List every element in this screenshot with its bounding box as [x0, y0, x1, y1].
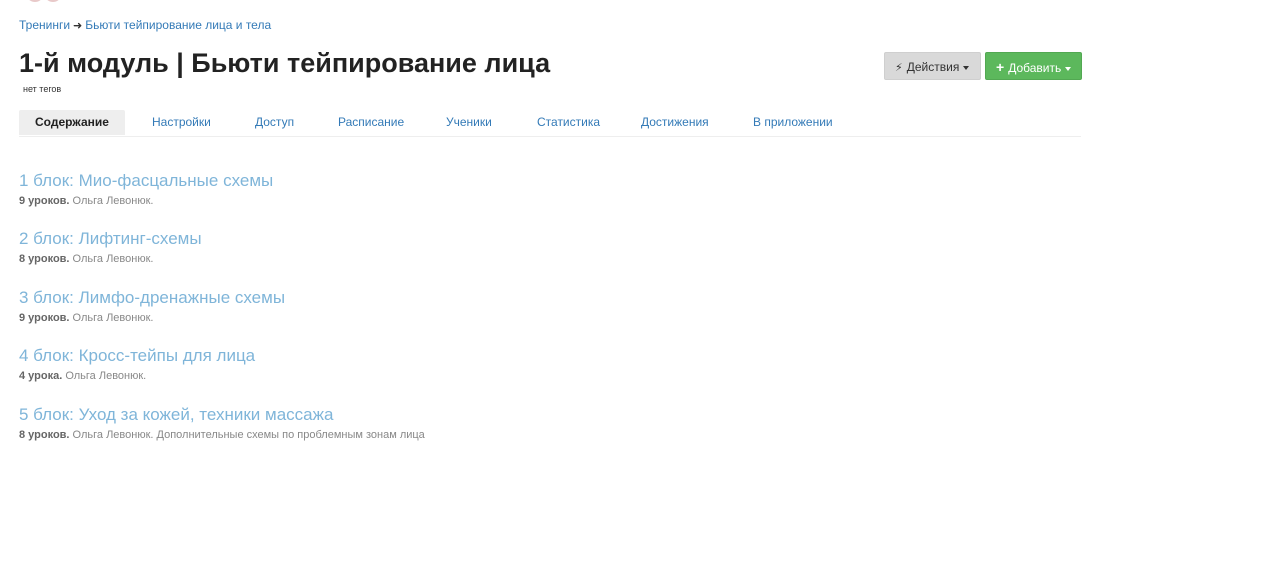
lesson-title-link[interactable]: 4 блок: Кросс-тейпы для лица	[19, 345, 255, 367]
list-item: 2 блок: Лифтинг-схемы 8 уроков. Ольга Ле…	[19, 228, 202, 267]
list-item: 1 блок: Мио-фасцальные схемы 9 уроков. О…	[19, 170, 273, 209]
add-button-label: Добавить	[1008, 61, 1062, 75]
lesson-info: Ольга Левонюк.	[72, 312, 154, 324]
lesson-info: Ольга Левонюк.	[72, 195, 154, 207]
lesson-info: Ольга Левонюк. Дополнительные схемы по п…	[72, 429, 425, 441]
tab-in-app[interactable]: В приложении	[753, 110, 833, 135]
lesson-title-link[interactable]: 2 блок: Лифтинг-схемы	[19, 228, 202, 250]
tab-students[interactable]: Ученики	[446, 110, 492, 135]
list-item: 3 блок: Лимфо-дренажные схемы 9 уроков. …	[19, 287, 285, 326]
lesson-title-link[interactable]: 1 блок: Мио-фасцальные схемы	[19, 170, 273, 192]
lesson-count: 8 уроков.	[19, 253, 70, 265]
actions-button-label: Действия	[906, 60, 960, 74]
tab-achievements[interactable]: Достижения	[641, 110, 709, 135]
page: Тренинги ➜ Бьюти тейпирование лица и тела …	[0, 0, 1280, 588]
lesson-info: Ольга Левонюк.	[72, 253, 154, 265]
caret-down-icon	[963, 65, 970, 70]
arrow-right-icon: ➜	[73, 20, 83, 32]
actions-button[interactable]: ⚡︎ Действия	[884, 52, 981, 80]
add-button[interactable]: + Добавить	[985, 52, 1082, 80]
caret-down-icon	[1065, 66, 1072, 71]
list-item: 4 блок: Кросс-тейпы для лица 4 урока. Ол…	[19, 345, 255, 384]
list-item: 5 блок: Уход за кожей, техники массажа 8…	[19, 404, 425, 443]
plus-icon: +	[996, 59, 1005, 75]
breadcrumb-link-course[interactable]: Бьюти тейпирование лица и тела	[85, 18, 271, 32]
lesson-meta: 8 уроков. Ольга Левонюк. Дополнительные …	[19, 427, 425, 443]
logo-fragment	[28, 0, 68, 4]
tags-label: нет тегов	[23, 84, 62, 94]
tab-content[interactable]: Содержание	[19, 110, 125, 135]
tab-access[interactable]: Доступ	[255, 110, 294, 135]
breadcrumb-link-trainings[interactable]: Тренинги	[19, 18, 70, 32]
lesson-meta: 8 уроков. Ольга Левонюк.	[19, 251, 202, 267]
bolt-icon: ⚡︎	[895, 62, 903, 74]
tab-settings[interactable]: Настройки	[152, 110, 211, 135]
lesson-meta: 4 урока. Ольга Левонюк.	[19, 368, 255, 384]
lesson-title-link[interactable]: 5 блок: Уход за кожей, техники массажа	[19, 404, 425, 426]
tabs: Содержание Настройки Доступ Расписание У…	[19, 110, 1081, 137]
lesson-count: 9 уроков.	[19, 312, 70, 324]
lesson-count: 9 уроков.	[19, 195, 70, 207]
lesson-title-link[interactable]: 3 блок: Лимфо-дренажные схемы	[19, 287, 285, 309]
lesson-count: 4 урока.	[19, 370, 63, 382]
tab-statistics[interactable]: Статистика	[537, 110, 600, 135]
tab-schedule[interactable]: Расписание	[338, 110, 404, 135]
lesson-meta: 9 уроков. Ольга Левонюк.	[19, 310, 285, 326]
lesson-count: 8 уроков.	[19, 429, 70, 441]
lesson-meta: 9 уроков. Ольга Левонюк.	[19, 193, 273, 209]
lesson-info: Ольга Левонюк.	[65, 370, 147, 382]
breadcrumb: Тренинги ➜ Бьюти тейпирование лица и тела	[19, 18, 271, 32]
page-title: 1-й модуль | Бьюти тейпирование лица	[19, 48, 551, 78]
